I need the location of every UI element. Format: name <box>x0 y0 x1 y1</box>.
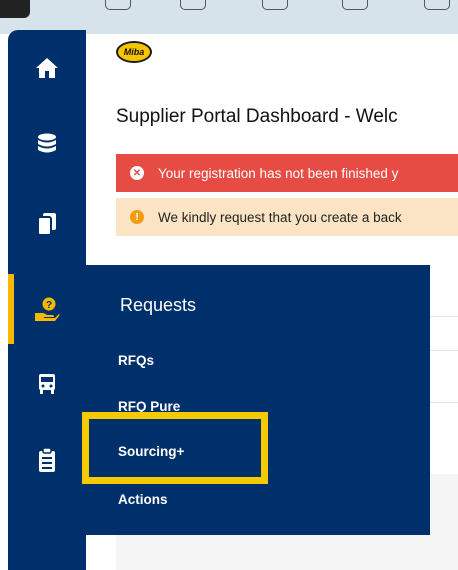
requests-flyout-menu: Requests RFQs RFQ Pure Sourcing+ Actions <box>86 265 430 535</box>
copy-icon <box>37 213 56 236</box>
page-title: Supplier Portal Dashboard - Welc <box>116 106 398 127</box>
toolbar-icon[interactable] <box>105 0 131 10</box>
svg-text:?: ? <box>46 300 52 311</box>
toolbar-icon[interactable] <box>180 0 206 10</box>
sidebar: ? <box>8 30 86 570</box>
alert-text: Your registration has not been finished … <box>158 165 399 181</box>
menu-item-rfqs[interactable]: RFQs <box>118 353 154 368</box>
alert-text: We kindly request that you create a back <box>158 209 402 225</box>
sidebar-item-logistics[interactable] <box>8 354 86 414</box>
database-icon <box>38 133 56 153</box>
backup-alert: ! We kindly request that you create a ba… <box>116 198 458 236</box>
sidebar-item-requests[interactable]: ? <box>8 272 86 346</box>
close-circle-icon[interactable]: ✕ <box>130 166 144 180</box>
sidebar-item-documents[interactable] <box>8 194 86 254</box>
info-circle-icon: ! <box>130 210 144 224</box>
toolbar-icon[interactable] <box>342 0 368 10</box>
sidebar-item-tasks[interactable] <box>8 430 86 490</box>
hand-question-icon: ? <box>35 297 60 321</box>
sidebar-item-database[interactable] <box>8 114 86 174</box>
window-control <box>0 0 30 18</box>
miba-logo[interactable]: Miba <box>116 41 152 63</box>
sidebar-item-home[interactable] <box>8 38 86 98</box>
menu-item-actions[interactable]: Actions <box>118 492 168 507</box>
home-icon <box>36 58 58 78</box>
clipboard-icon <box>39 447 55 472</box>
flyout-title: Requests <box>120 295 197 315</box>
highlight-box <box>82 412 268 484</box>
registration-alert: ✕ Your registration has not been finishe… <box>116 154 458 192</box>
browser-toolbar <box>0 0 458 34</box>
toolbar-icon[interactable] <box>262 0 288 10</box>
truck-icon <box>39 374 55 394</box>
toolbar-icon[interactable] <box>424 0 450 10</box>
